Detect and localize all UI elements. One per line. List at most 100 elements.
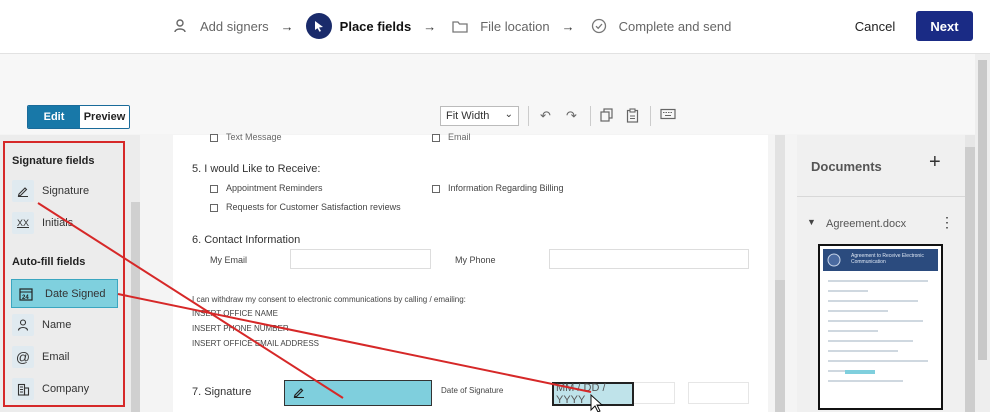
- cursor-icon: [305, 13, 332, 39]
- person-icon: [168, 14, 192, 38]
- thumbnail-line: [828, 340, 913, 342]
- option-appointment-reminders[interactable]: Appointment Reminders: [210, 183, 323, 193]
- divider: [797, 196, 965, 197]
- option-satisfaction-reviews[interactable]: Requests for Customer Satisfaction revie…: [210, 202, 401, 212]
- check-circle-icon: [587, 14, 611, 38]
- thumbnail-field-marker: [845, 370, 875, 374]
- cancel-button[interactable]: Cancel: [846, 11, 904, 41]
- office-name: INSERT OFFICE NAME: [192, 309, 278, 318]
- wizard-steps: Add signers → Place fields → File locati…: [168, 10, 731, 42]
- field-email[interactable]: @ Email: [12, 346, 70, 368]
- date-input-extension[interactable]: [631, 382, 675, 404]
- collapse-triangle-icon[interactable]: ▼: [807, 217, 816, 227]
- step-label: File location: [480, 18, 550, 34]
- more-options-icon[interactable]: ⋮: [940, 214, 954, 231]
- withdraw-consent-text: I can withdraw my consent to electronic …: [192, 295, 466, 304]
- placed-signature-field[interactable]: [284, 380, 432, 406]
- thumbnail-line: [828, 310, 888, 312]
- redo-icon[interactable]: ↷: [566, 108, 577, 124]
- checkbox[interactable]: [210, 184, 218, 193]
- step-file-location[interactable]: File location: [448, 14, 550, 38]
- next-button[interactable]: Next: [916, 11, 973, 41]
- step-add-signers[interactable]: Add signers: [168, 14, 269, 38]
- question-5: 5. I would Like to Receive:: [192, 163, 321, 175]
- initials-icon: XX: [12, 212, 34, 234]
- step-label: Complete and send: [618, 18, 732, 34]
- field-name[interactable]: Name: [12, 314, 71, 336]
- document-page: Text Message Email 5. I would Like to Re…: [173, 132, 768, 412]
- page-scrollbar[interactable]: [975, 54, 990, 412]
- toolbar-divider: [590, 106, 591, 126]
- checkbox[interactable]: [432, 133, 440, 142]
- extra-input[interactable]: [688, 382, 749, 404]
- scrollbar-thumb[interactable]: [965, 147, 975, 412]
- keyboard-icon[interactable]: [660, 108, 676, 123]
- documents-panel-scrollbar[interactable]: [965, 135, 975, 412]
- question-6: 6. Contact Information: [192, 234, 301, 246]
- field-initials[interactable]: XX Initials: [12, 212, 73, 234]
- thumbnail-line: [828, 300, 918, 302]
- edit-tab[interactable]: Edit: [28, 106, 80, 128]
- zoom-select[interactable]: Fit Width ⌄: [440, 106, 519, 126]
- preview-tab[interactable]: Preview: [80, 106, 129, 128]
- copy-icon[interactable]: [600, 108, 613, 125]
- document-thumbnail[interactable]: Agreement to Receive Electronic Communic…: [818, 244, 943, 410]
- edit-preview-toggle: Edit Preview: [27, 105, 130, 129]
- thumbnail-header: Agreement to Receive Electronic Communic…: [823, 249, 938, 271]
- thumbnail-title: Agreement to Receive Electronic Communic…: [851, 253, 924, 265]
- checkbox[interactable]: [210, 133, 218, 142]
- field-company[interactable]: Company: [12, 378, 89, 400]
- placed-date-signed-field[interactable]: MM / DD / YYYY: [552, 382, 634, 406]
- checkbox[interactable]: [210, 203, 218, 212]
- step-label: Add signers: [200, 18, 269, 34]
- checkbox[interactable]: [432, 184, 440, 193]
- zoom-value: Fit Width: [446, 110, 490, 122]
- folder-icon: [448, 14, 472, 38]
- arrow-right-icon: →: [561, 18, 575, 34]
- date-placeholder: MM / DD / YYYY: [556, 382, 606, 406]
- phone-label: My Phone: [455, 255, 496, 265]
- undo-icon[interactable]: ↶: [540, 108, 551, 124]
- option-text-message[interactable]: Text Message: [210, 132, 282, 142]
- phone-field[interactable]: [549, 249, 749, 269]
- field-label: Date Signed: [45, 287, 106, 300]
- field-label: Company: [42, 383, 90, 395]
- pen-icon: [293, 386, 305, 401]
- office-phone: INSERT PHONE NUMBER: [192, 324, 289, 333]
- option-email[interactable]: Email: [432, 132, 471, 142]
- office-email: INSERT OFFICE EMAIL ADDRESS: [192, 339, 319, 348]
- question-7: 7. Signature: [192, 386, 252, 398]
- signature-fields-heading: Signature fields: [12, 155, 95, 167]
- document-name[interactable]: Agreement.docx: [826, 218, 906, 230]
- thumbnail-line: [828, 290, 868, 292]
- option-billing-info[interactable]: Information Regarding Billing: [432, 183, 564, 193]
- chevron-down-icon: ⌄: [504, 109, 513, 120]
- at-icon: @: [12, 346, 34, 368]
- pen-icon: [12, 180, 34, 202]
- toolbar-divider: [528, 106, 529, 126]
- thumbnail-line: [828, 330, 878, 332]
- step-label: Place fields: [339, 18, 412, 34]
- wizard-header: Add signers → Place fields → File locati…: [0, 0, 990, 54]
- arrow-right-icon: →: [423, 18, 437, 34]
- add-document-icon[interactable]: +: [929, 151, 941, 174]
- email-label: My Email: [210, 255, 248, 265]
- field-signature[interactable]: Signature: [12, 180, 89, 202]
- document-scrollbar-thumb[interactable]: [775, 280, 785, 412]
- email-field[interactable]: [290, 249, 431, 269]
- seal-icon: [827, 253, 841, 267]
- field-date-signed[interactable]: 24 Date Signed: [11, 279, 118, 308]
- calendar-icon: 24: [15, 283, 37, 305]
- fields-panel-scrollbar[interactable]: [131, 202, 140, 412]
- paste-icon[interactable]: [626, 108, 639, 126]
- thumbnail-line: [828, 360, 928, 362]
- field-label: Signature: [42, 185, 90, 197]
- svg-text:24: 24: [22, 295, 29, 301]
- field-label: Name: [42, 319, 72, 331]
- step-complete-and-send[interactable]: Complete and send: [587, 14, 732, 38]
- scrollbar-thumb[interactable]: [978, 60, 987, 360]
- thumbnail-line: [828, 380, 903, 382]
- field-label: Initials: [42, 217, 74, 229]
- building-icon: [12, 378, 34, 400]
- step-place-fields[interactable]: Place fields: [305, 13, 412, 39]
